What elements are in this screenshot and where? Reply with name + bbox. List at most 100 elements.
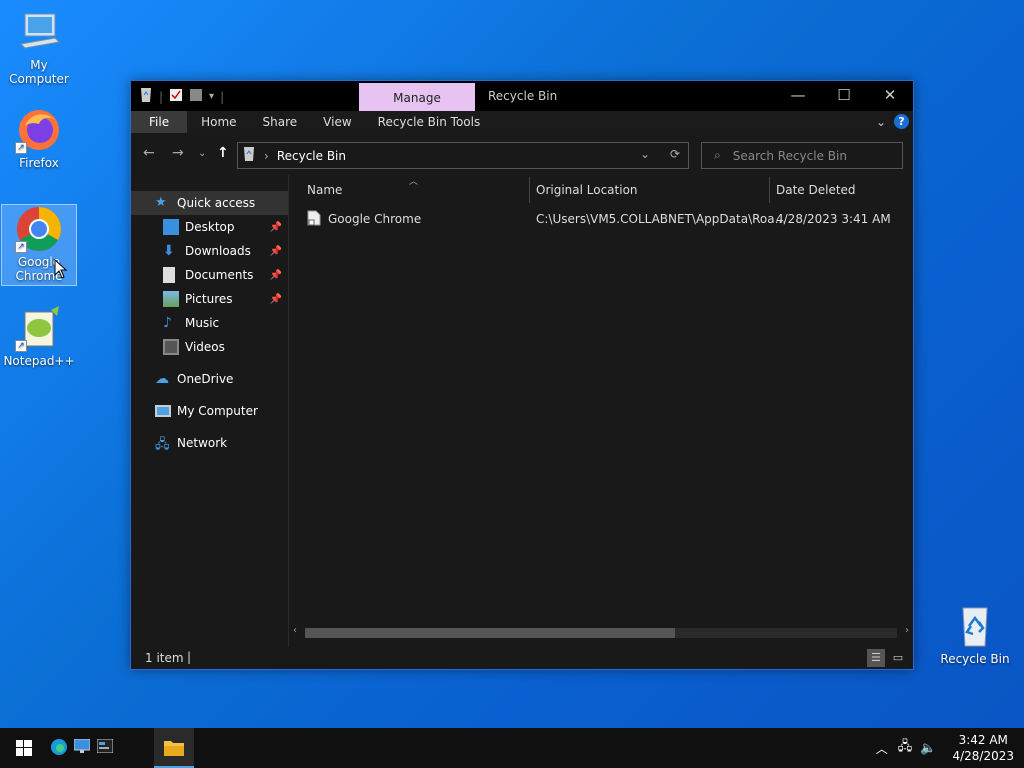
column-date-deleted[interactable]: Date Deleted [776, 183, 856, 197]
maximize-button[interactable]: ☐ [821, 81, 867, 111]
tab-view[interactable]: View [310, 111, 364, 133]
minimize-button[interactable]: — [775, 81, 821, 111]
column-divider[interactable] [529, 177, 530, 203]
volume-icon[interactable]: 🔈 [920, 741, 936, 756]
sort-ascending-icon: ︿ [409, 177, 419, 187]
item-count: 1 item [145, 651, 184, 665]
nav-label: Music [185, 316, 220, 330]
horizontal-scrollbar[interactable]: ‹ › [289, 625, 913, 639]
content-area: ★ Quick access Desktop 📌 ⬇ Downloads 📌 D… [131, 175, 913, 647]
search-icon: ⌕ [714, 148, 721, 162]
nav-label: Quick access [177, 196, 256, 210]
network-status-icon[interactable]: 🖧 [898, 737, 913, 759]
nav-music[interactable]: ♪ Music [131, 311, 288, 335]
nav-documents[interactable]: Documents 📌 [131, 263, 288, 287]
start-button[interactable] [16, 740, 32, 759]
breadcrumb-chevron-icon[interactable]: › [264, 149, 269, 163]
column-name[interactable]: Name [307, 183, 342, 197]
tab-file[interactable]: File [131, 111, 188, 133]
view-buttons: ☰ ▭ [867, 649, 907, 667]
desktop-icon-recycle-bin[interactable]: Recycle Bin [937, 602, 1013, 666]
notepad-plus-plus-icon: ↗ [15, 304, 63, 352]
column-original-location[interactable]: Original Location [536, 183, 638, 197]
server-manager-taskbar-icon[interactable] [96, 738, 114, 756]
nav-onedrive[interactable]: ☁ OneDrive [131, 367, 288, 391]
desktop-icon-notepad-plus-plus[interactable]: ↗ Notepad++ [1, 304, 77, 368]
windows-logo-icon [16, 740, 32, 756]
large-icons-view-icon[interactable]: ▭ [889, 649, 907, 667]
customize-qat-icon[interactable]: ▾ [209, 91, 214, 102]
nav-network[interactable]: 🖧 Network [131, 431, 288, 455]
status-divider: | [187, 650, 192, 664]
chrome-icon: ↗ [15, 205, 63, 253]
desktop-icon-my-computer[interactable]: My Computer [1, 8, 77, 86]
file-date-deleted: 4/28/2023 3:41 AM [776, 212, 891, 226]
clock[interactable]: 3:42 AM 4/28/2023 [952, 732, 1014, 764]
search-box[interactable]: ⌕ [701, 142, 903, 169]
nav-desktop[interactable]: Desktop 📌 [131, 215, 288, 239]
tab-share[interactable]: Share [250, 111, 311, 133]
desktop-folder-icon [163, 219, 179, 235]
window-title: Recycle Bin [488, 89, 558, 103]
nav-pictures[interactable]: Pictures 📌 [131, 287, 288, 311]
nav-label: Desktop [185, 220, 235, 234]
desktop-icon-label: Notepad++ [3, 354, 75, 368]
scroll-thumb[interactable] [305, 628, 675, 638]
file-original-location: C:\Users\VM5.COLLABNET\AppData\Roa... [536, 212, 787, 226]
desktop-icon-google-chrome[interactable]: ↗ Google Chrome [1, 204, 77, 286]
address-bar[interactable]: › Recycle Bin ⌄ ⟳ [237, 142, 689, 169]
tab-manage[interactable]: Manage [359, 83, 475, 111]
file-name: Google Chrome [328, 212, 422, 226]
recycle-bin-small-icon [139, 87, 153, 106]
nav-videos[interactable]: Videos [131, 335, 288, 359]
pin-icon: 📌 [269, 245, 282, 257]
computer-icon [15, 8, 63, 56]
nav-downloads[interactable]: ⬇ Downloads 📌 [131, 239, 288, 263]
file-explorer-taskbar-button[interactable] [154, 728, 194, 768]
download-arrow-icon: ⬇ [163, 243, 175, 259]
back-button[interactable]: ← [143, 145, 155, 161]
quick-access-toolbar: | ▾ | [139, 87, 224, 106]
nav-label: OneDrive [177, 372, 234, 386]
scroll-right-icon[interactable]: › [905, 625, 909, 636]
column-headers: ︿ Name Original Location Date Deleted [289, 175, 913, 203]
nav-label: Documents [185, 268, 254, 282]
desktop-icon-firefox[interactable]: ↗ Firefox [1, 106, 77, 170]
close-button[interactable]: ✕ [867, 81, 913, 111]
expand-ribbon-icon[interactable]: ⌄ [876, 115, 886, 129]
show-hidden-icons-icon[interactable]: ︿ [876, 740, 888, 757]
network-icon: 🖧 [155, 437, 170, 452]
scroll-left-icon[interactable]: ‹ [293, 625, 297, 636]
pictures-icon [163, 291, 179, 307]
file-list: ︿ Name Original Location Date Deleted Go… [289, 175, 913, 647]
clock-time: 3:42 AM [958, 733, 1008, 747]
breadcrumb-recycle-bin[interactable]: Recycle Bin [277, 149, 346, 163]
nav-label: Network [177, 436, 228, 450]
details-view-icon[interactable]: ☰ [867, 649, 885, 667]
forward-button[interactable]: → [172, 145, 184, 161]
column-divider[interactable] [769, 177, 770, 203]
tab-recycle-bin-tools[interactable]: Recycle Bin Tools [365, 111, 494, 133]
status-bar: 1 item | ☰ ▭ [131, 647, 913, 669]
desktop-taskbar-icon[interactable] [73, 738, 91, 756]
cloud-icon: ☁ [155, 371, 169, 387]
edge-taskbar-icon[interactable] [50, 738, 68, 759]
nav-quick-access[interactable]: ★ Quick access [131, 191, 288, 215]
desktop-icon-label: Firefox [19, 156, 59, 170]
recycle-bin-icon [951, 602, 999, 650]
help-icon[interactable]: ? [894, 114, 909, 129]
properties-icon[interactable] [169, 88, 183, 105]
ribbon-tabs: File Home Share View Recycle Bin Tools ⌄… [131, 111, 913, 133]
nav-label: Pictures [185, 292, 233, 306]
tab-home[interactable]: Home [187, 111, 249, 133]
desktop-icon-label: Recycle Bin [940, 652, 1010, 666]
recent-locations-icon[interactable]: ⌄ [198, 148, 206, 159]
address-dropdown-icon[interactable]: ⌄ [640, 147, 650, 161]
up-button[interactable]: ↑ [217, 145, 229, 161]
nav-my-computer[interactable]: My Computer [131, 399, 288, 423]
file-row[interactable]: Google Chrome C:\Users\VM5.COLLABNET\App… [289, 207, 913, 231]
new-folder-icon[interactable] [189, 88, 203, 105]
firefox-icon: ↗ [15, 106, 63, 154]
refresh-icon[interactable]: ⟳ [670, 147, 680, 161]
search-input[interactable] [732, 148, 883, 163]
